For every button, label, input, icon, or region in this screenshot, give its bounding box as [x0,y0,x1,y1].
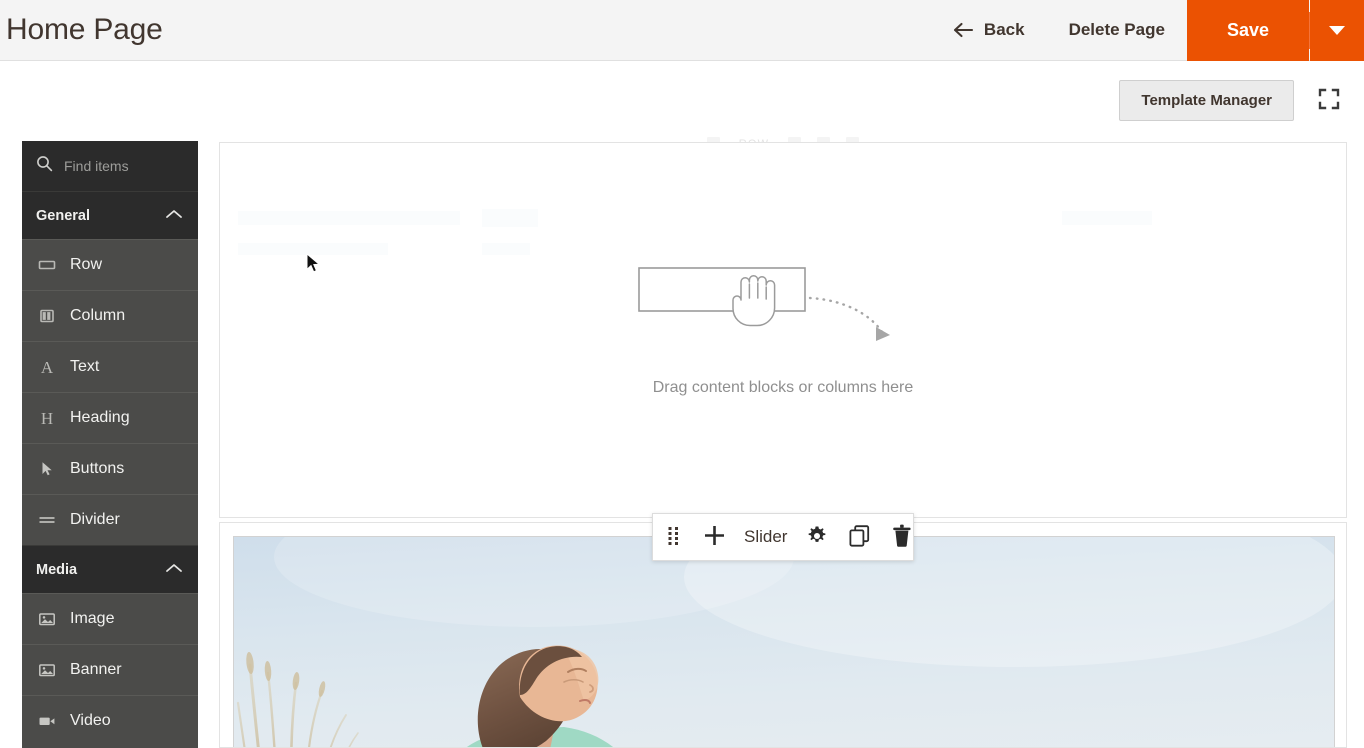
arrow-left-icon [952,21,974,39]
row-icon [38,256,56,274]
element-drag-handle[interactable] [653,514,693,560]
sidebar-group-media-label: Media [36,561,78,578]
header-actions: Back Delete Page Save [930,0,1364,61]
ghost-artifact [1062,211,1152,225]
sidebar-search[interactable] [22,141,198,191]
page-header: Home Page Back Delete Page Save [0,0,1364,61]
sidebar-item-divider-label: Divider [70,511,120,528]
chevron-up-icon [164,207,184,225]
delete-page-button[interactable]: Delete Page [1047,0,1187,61]
elements-sidebar: General Row Col [22,141,198,748]
sidebar-item-buttons[interactable]: Buttons [22,443,198,494]
fullscreen-expand-icon [1317,87,1341,114]
element-settings-button[interactable] [796,514,838,560]
back-button[interactable]: Back [930,0,1047,61]
search-input[interactable] [64,158,174,174]
slider-element[interactable] [233,536,1335,747]
gear-icon [806,525,828,550]
dropzone-message: Drag content blocks or columns here [652,378,914,396]
copy-icon [849,524,870,550]
sidebar-item-banner-label: Banner [70,661,122,678]
sidebar-item-row-label: Row [70,256,103,273]
ghost-artifact [238,243,388,255]
cursor-arrow-icon [38,460,56,478]
sidebar-group-general-label: General [36,207,90,224]
image-icon [38,610,56,628]
add-element-button[interactable] [693,514,735,560]
drag-hand-block-icon [638,264,928,369]
save-button-group: Save [1186,0,1364,61]
chevron-up-icon [164,561,184,579]
ghost-artifact [482,209,538,227]
trash-icon [892,524,912,550]
sidebar-item-banner[interactable]: Banner [22,644,198,695]
sub-toolbar: Template Manager [0,61,1364,139]
dropzone-row[interactable]: Drag content blocks or columns here [219,142,1347,518]
drag-grip-icon [667,526,680,548]
page-canvas: ROW [219,137,1348,748]
sidebar-item-text[interactable]: A Text [22,341,198,392]
delete-page-label: Delete Page [1068,20,1165,39]
ghost-artifact [238,211,460,225]
plus-icon [703,524,726,550]
sidebar-item-image-label: Image [70,610,115,627]
element-toolbar: Slider [652,513,914,561]
save-button[interactable]: Save [1186,0,1309,61]
image-icon [38,661,56,679]
sidebar-item-divider[interactable]: Divider [22,494,198,545]
sidebar-item-heading[interactable]: H Heading [22,392,198,443]
sidebar-item-text-label: Text [70,358,100,375]
video-camera-icon [38,712,56,730]
sidebar-item-image[interactable]: Image [22,593,198,644]
sidebar-group-media[interactable]: Media [22,545,198,593]
page-builder-app: Home Page Back Delete Page Save Template… [0,0,1364,748]
page-title: Home Page [6,13,163,46]
search-icon [36,155,53,177]
divider-lines-icon [38,511,56,529]
element-type-label: Slider [744,527,788,546]
template-manager-label: Template Manager [1141,91,1272,109]
column-icon [38,307,56,325]
heading-h-icon: H [40,408,54,428]
text-a-icon: A [40,357,54,377]
save-dropdown-button[interactable] [1310,0,1364,61]
sidebar-item-row[interactable]: Row [22,239,198,290]
save-button-label: Save [1226,19,1269,40]
delete-element-button[interactable] [880,514,924,560]
chevron-down-icon [1329,25,1345,35]
sidebar-item-video-label: Video [70,712,111,729]
sidebar-item-column[interactable]: Column [22,290,198,341]
sidebar-group-general[interactable]: General [22,191,198,239]
back-button-label: Back [983,20,1025,39]
sidebar-item-column-label: Column [70,307,126,324]
duplicate-element-button[interactable] [838,514,880,560]
template-manager-button[interactable]: Template Manager [1119,79,1294,121]
sidebar-item-buttons-label: Buttons [70,460,125,477]
sidebar-item-video[interactable]: Video [22,695,198,746]
sidebar-item-heading-label: Heading [70,409,130,426]
ghost-artifact [482,243,530,255]
slider-image [234,537,1334,747]
fullscreen-button[interactable] [1312,83,1346,117]
